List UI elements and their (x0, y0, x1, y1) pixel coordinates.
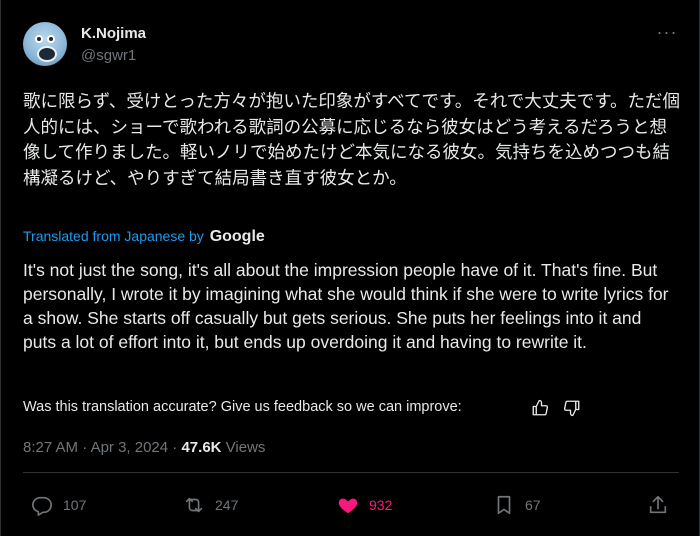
post-header: K.Nojima @sgwr1 ··· (23, 22, 679, 70)
avatar-eye (47, 35, 55, 43)
action-bar: 107 247 932 67 (23, 488, 679, 522)
avatar-eye (35, 35, 43, 43)
avatar[interactable] (23, 22, 67, 66)
avatar-mouth (37, 46, 57, 62)
heart-icon (338, 498, 358, 514)
translation-feedback-prompt: Was this translation accurate? Give us f… (23, 399, 462, 415)
views-label: Views (225, 439, 266, 456)
divider (23, 472, 679, 473)
share-icon (649, 495, 667, 514)
thumbs-up-icon[interactable] (531, 398, 549, 418)
reply-button[interactable]: 107 (31, 488, 86, 522)
meta-separator: · (172, 439, 178, 456)
post-translated-text: It's not just the song, it's all about t… (23, 260, 669, 352)
post-meta: 8:27 AM · Apr 3, 2024 · 47.6K Views (23, 439, 265, 456)
post-original-text: 歌に限らず、受けとった方々が抱いた印象がすべてです。それで大丈夫です。ただ個人的… (23, 92, 680, 189)
like-count: 932 (369, 497, 393, 513)
translation-label: Translated from Japanese by (23, 228, 204, 244)
repost-button[interactable]: 247 (183, 488, 238, 522)
repost-count: 247 (215, 497, 239, 513)
more-horizontal-icon[interactable]: ··· (655, 23, 679, 44)
bookmark-count: 67 (525, 497, 541, 513)
reply-count: 107 (63, 497, 87, 513)
share-button[interactable] (647, 488, 669, 522)
bookmark-button[interactable]: 67 (493, 488, 541, 522)
thumbs-down-icon[interactable] (563, 398, 581, 418)
repost-icon (185, 497, 203, 513)
post-card: K.Nojima @sgwr1 ··· 歌に限らず、受けとった方々が抱いた印象が… (0, 0, 700, 536)
reply-icon (32, 496, 52, 516)
post-time[interactable]: 8:27 AM (23, 439, 78, 456)
views-count: 47.6K (181, 439, 222, 456)
post-date[interactable]: Apr 3, 2024 (91, 439, 169, 456)
like-button[interactable]: 932 (337, 488, 392, 522)
author-name[interactable]: K.Nojima (81, 25, 146, 42)
google-logo: Google (209, 228, 265, 245)
meta-separator: · (82, 439, 88, 456)
bookmark-icon (497, 495, 511, 515)
author-handle[interactable]: @sgwr1 (81, 47, 136, 64)
translation-attribution[interactable]: Translated from Japanese by Google (23, 228, 265, 246)
